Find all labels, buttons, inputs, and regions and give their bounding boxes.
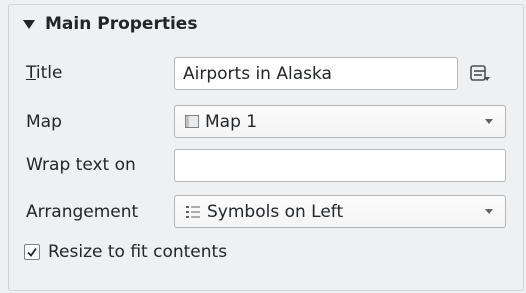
resize-to-fit-label: Resize to fit contents [48,242,228,262]
title-row: Title [26,56,62,90]
main-properties-header[interactable]: Main Properties [9,5,523,43]
wrap-text-input[interactable] [174,149,506,182]
chevron-down-icon [485,119,493,124]
symbols-left-icon [186,205,200,218]
arrangement-combobox[interactable]: Symbols on Left [174,195,506,228]
wrap-text-row: Wrap text on [26,148,136,182]
triangle-down-icon[interactable] [23,19,35,29]
layout-item-properties-panel: Main Properties Title Map Map 1 Wrap tex… [0,0,526,293]
chevron-down-icon [485,209,493,214]
arrangement-label: Arrangement [26,202,139,222]
group-title: Main Properties [45,14,198,34]
resize-to-fit-checkbox-row[interactable]: Resize to fit contents [24,239,227,265]
resize-to-fit-checkbox[interactable] [24,244,40,260]
title-input[interactable] [174,57,458,90]
map-label: Map [26,112,62,132]
arrangement-combobox-value: Symbols on Left [207,201,344,222]
title-label: Title [26,63,63,83]
map-row: Map [26,105,62,139]
map-item-icon [185,115,199,128]
checkmark-icon [27,247,37,257]
map-combobox-value: Map 1 [205,111,258,132]
map-combobox[interactable]: Map 1 [174,105,506,138]
data-defined-override-icon [470,65,490,81]
wrap-text-label: Wrap text on [26,155,136,175]
arrangement-row: Arrangement [26,195,138,229]
data-defined-override-button[interactable] [465,59,495,87]
